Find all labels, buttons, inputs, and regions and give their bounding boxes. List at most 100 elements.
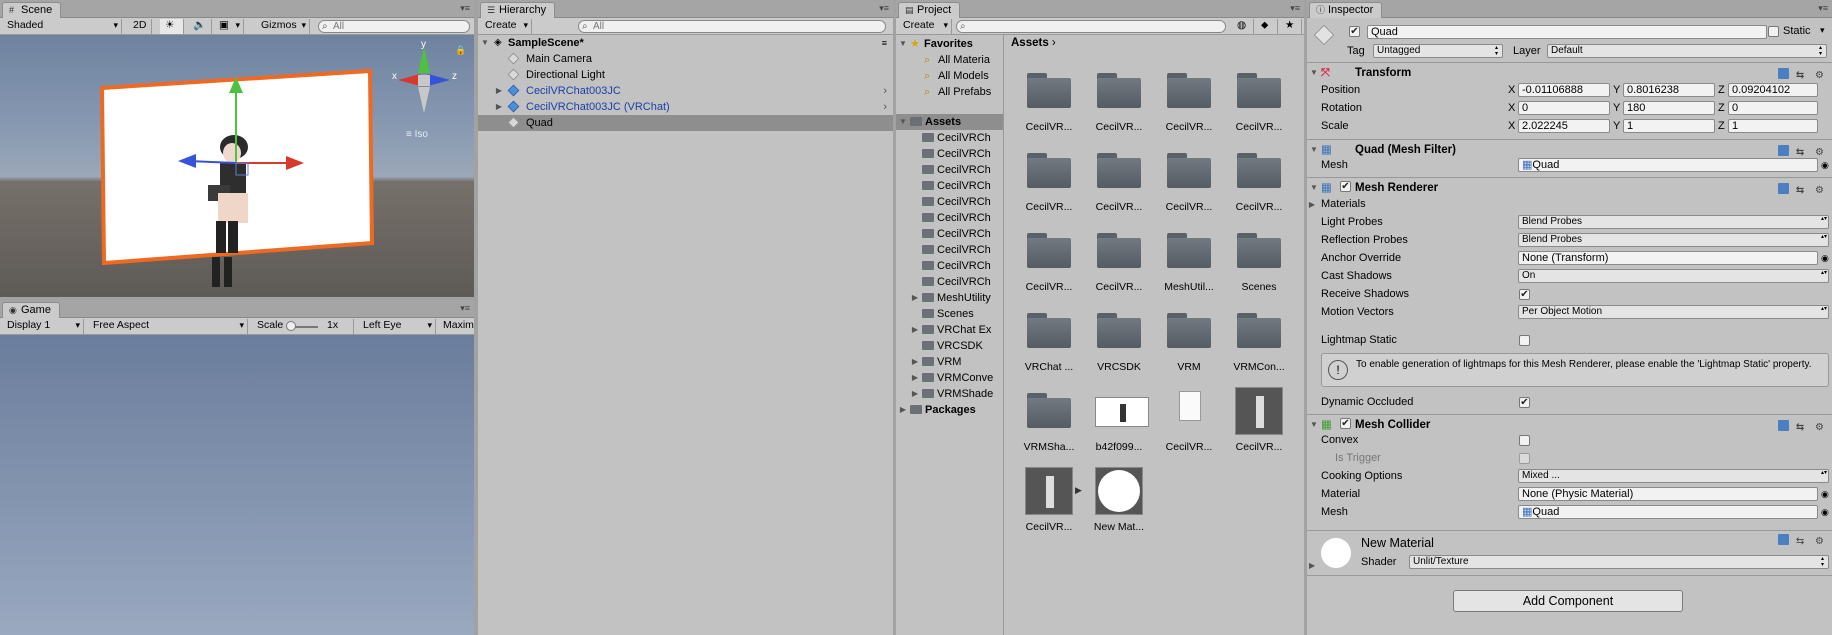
assets-root-row[interactable]: ▼ Assets — [896, 114, 1003, 130]
object-picker-icon[interactable]: ◉ — [1821, 504, 1829, 521]
asset-grid-item[interactable]: CecilVR... — [1227, 387, 1291, 467]
assets-tree-item[interactable]: CecilVRCh — [896, 178, 1003, 194]
shader-dropdown[interactable]: Unlit/Texture — [1409, 555, 1829, 569]
tab-hierarchy[interactable]: ☰ Hierarchy — [480, 2, 556, 18]
tab-project[interactable]: ▤ Project — [898, 2, 961, 18]
transform-scale-z-field[interactable]: 1 — [1728, 119, 1818, 133]
hierarchy-item-main-camera[interactable]: Main Camera — [478, 51, 893, 67]
assets-tree-item[interactable]: CecilVRCh — [896, 226, 1003, 242]
asset-grid-item[interactable]: CecilVR... — [1087, 149, 1151, 227]
motion-vectors-dropdown[interactable]: Per Object Motion — [1518, 305, 1829, 319]
asset-grid-item[interactable]: CecilVR... — [1017, 229, 1081, 307]
expand-arrow-icon[interactable]: ▶ — [910, 386, 920, 402]
assets-tree-item[interactable]: CecilVRCh — [896, 194, 1003, 210]
packages-row[interactable]: ▶ Packages — [896, 402, 1003, 418]
mesh-filter-mesh-field[interactable]: ▦Quad — [1518, 158, 1818, 172]
assets-tree-item[interactable]: CecilVRCh — [896, 274, 1003, 290]
object-picker-icon[interactable]: ◉ — [1821, 250, 1829, 267]
asset-grid-item[interactable]: VRMSha... — [1017, 389, 1081, 467]
hierarchy-item-cecil[interactable]: ▶ CecilVRChat003JC › — [478, 83, 893, 99]
hierarchy-search-input[interactable]: All — [578, 20, 886, 33]
perspective-label[interactable]: ≡ Iso — [406, 129, 428, 140]
assets-tree-item[interactable]: CecilVRCh — [896, 130, 1003, 146]
reflection-probes-dropdown[interactable]: Blend Probes — [1518, 233, 1829, 247]
assets-tree-item[interactable]: ▶ MeshUtility — [896, 290, 1003, 306]
game-tab-menu-icon[interactable]: ▾≡ — [460, 303, 470, 314]
cooking-options-dropdown[interactable]: Mixed ... — [1518, 469, 1829, 483]
mesh-renderer-enabled-checkbox[interactable]: ✔ — [1340, 181, 1351, 192]
scene-root-row[interactable]: ▼ ◈ SampleScene* ≡ — [478, 35, 893, 51]
active-checkbox[interactable]: ✔ — [1349, 26, 1360, 37]
tab-menu-icon[interactable]: ▾≡ — [460, 3, 470, 14]
scene-viewport[interactable]: y x z 🔒 ≡ Iso — [0, 35, 474, 297]
asset-grid-item[interactable]: CecilVR... — [1017, 149, 1081, 227]
maximize-button[interactable]: Maxim — [438, 319, 474, 334]
assets-tree-item[interactable]: CecilVRCh — [896, 242, 1003, 258]
object-picker-icon[interactable]: ◉ — [1821, 486, 1829, 503]
expand-arrow-icon[interactable]: ▼ — [898, 114, 908, 130]
help-book-icon[interactable] — [1778, 420, 1790, 431]
favorite-all-prefabs[interactable]: ⌕ All Prefabs — [896, 84, 1003, 100]
help-book-icon[interactable] — [1778, 183, 1790, 194]
play-arrow-icon[interactable]: ▶ — [1075, 485, 1082, 496]
asset-grid-item[interactable]: CecilVR... — [1157, 149, 1221, 227]
mesh-collider-enabled-checkbox[interactable]: ✔ — [1340, 418, 1351, 429]
asset-grid-item[interactable]: CecilVR... — [1227, 149, 1291, 227]
asset-grid-item[interactable]: Scenes — [1227, 229, 1291, 307]
project-create-button[interactable]: Create — [898, 19, 952, 34]
expand-arrow-icon[interactable]: ▶ — [910, 290, 920, 306]
foldout-arrow-icon[interactable]: ▼ — [1309, 63, 1319, 83]
transform-position-y-field[interactable]: 0.8016238 — [1623, 83, 1715, 97]
expand-arrow-icon[interactable]: ▶ — [494, 99, 504, 115]
lock-icon[interactable]: 🔒 — [455, 45, 466, 56]
lighting-toggle-icon[interactable]: ☀ — [160, 19, 184, 34]
hierarchy-item-cecil-vrchat[interactable]: ▶ CecilVRChat003JC (VRChat) › — [478, 99, 893, 115]
asset-grid-item[interactable]: VRMCon... — [1227, 309, 1291, 387]
assets-tree-item[interactable]: ▶ VRChat Ex — [896, 322, 1003, 338]
help-book-icon[interactable] — [1778, 534, 1790, 545]
tab-game[interactable]: ◉ Game — [2, 302, 60, 318]
help-book-icon[interactable] — [1778, 145, 1790, 156]
layer-dropdown[interactable]: Default — [1547, 44, 1827, 58]
asset-grid-item[interactable]: ▶ CecilVR... — [1017, 467, 1082, 547]
assets-tree-item[interactable]: CecilVRCh — [896, 258, 1003, 274]
object-name-field[interactable]: Quad — [1367, 25, 1767, 39]
effects-dropdown-icon[interactable]: ▣ — [214, 19, 244, 34]
transform-rotation-z-field[interactable]: 0 — [1728, 101, 1818, 115]
expand-arrow-icon[interactable]: ▶ — [910, 322, 920, 338]
anchor-override-field[interactable]: None (Transform) — [1518, 251, 1818, 265]
expand-arrow-icon[interactable]: ▶ — [898, 402, 908, 418]
help-book-icon[interactable] — [1778, 68, 1790, 79]
game-viewport[interactable] — [0, 335, 474, 635]
tab-scene[interactable]: # Scene — [2, 2, 62, 18]
lightmap-static-checkbox[interactable] — [1519, 335, 1530, 346]
dynamic-occluded-checkbox[interactable]: ✔ — [1519, 397, 1530, 408]
hierarchy-item-directional-light[interactable]: Directional Light — [478, 67, 893, 83]
cast-shadows-dropdown[interactable]: On — [1518, 269, 1829, 283]
filter-label-icon[interactable]: ⬥ — [1256, 19, 1278, 34]
aspect-dropdown[interactable]: Free Aspect — [88, 319, 248, 334]
expand-arrow-icon[interactable]: ▼ — [480, 35, 490, 51]
expand-arrow-icon[interactable]: ▼ — [898, 36, 908, 52]
audio-toggle-icon[interactable]: 🔈 — [188, 19, 212, 34]
favorite-all-models[interactable]: ⌕ All Models — [896, 68, 1003, 84]
scene-menu-icon[interactable]: ≡ — [882, 35, 887, 51]
receive-shadows-checkbox[interactable]: ✔ — [1519, 289, 1530, 300]
assets-tree-item[interactable]: CecilVRCh — [896, 210, 1003, 226]
expand-arrow-icon[interactable]: ▶ — [910, 370, 920, 386]
asset-grid-item[interactable]: b42f099... — [1087, 389, 1151, 467]
eye-dropdown[interactable]: Left Eye — [358, 319, 436, 334]
expand-arrow-icon[interactable]: ▶ — [910, 354, 920, 370]
asset-grid-item[interactable]: VRM — [1157, 309, 1221, 387]
assets-tree-item[interactable]: Scenes — [896, 306, 1003, 322]
foldout-arrow-icon[interactable]: ▼ — [1309, 178, 1319, 198]
add-component-button[interactable]: Add Component — [1453, 590, 1683, 612]
light-probes-dropdown[interactable]: Blend Probes — [1518, 215, 1829, 229]
tag-dropdown[interactable]: Untagged — [1373, 44, 1503, 58]
chevron-right-icon[interactable]: › — [883, 99, 887, 115]
transform-scale-y-field[interactable]: 1 — [1623, 119, 1715, 133]
transform-rotation-y-field[interactable]: 180 — [1623, 101, 1715, 115]
project-breadcrumb[interactable]: Assets › — [1011, 37, 1056, 49]
transform-position-z-field[interactable]: 0.09204102 — [1728, 83, 1818, 97]
chevron-right-icon[interactable]: › — [883, 83, 887, 99]
